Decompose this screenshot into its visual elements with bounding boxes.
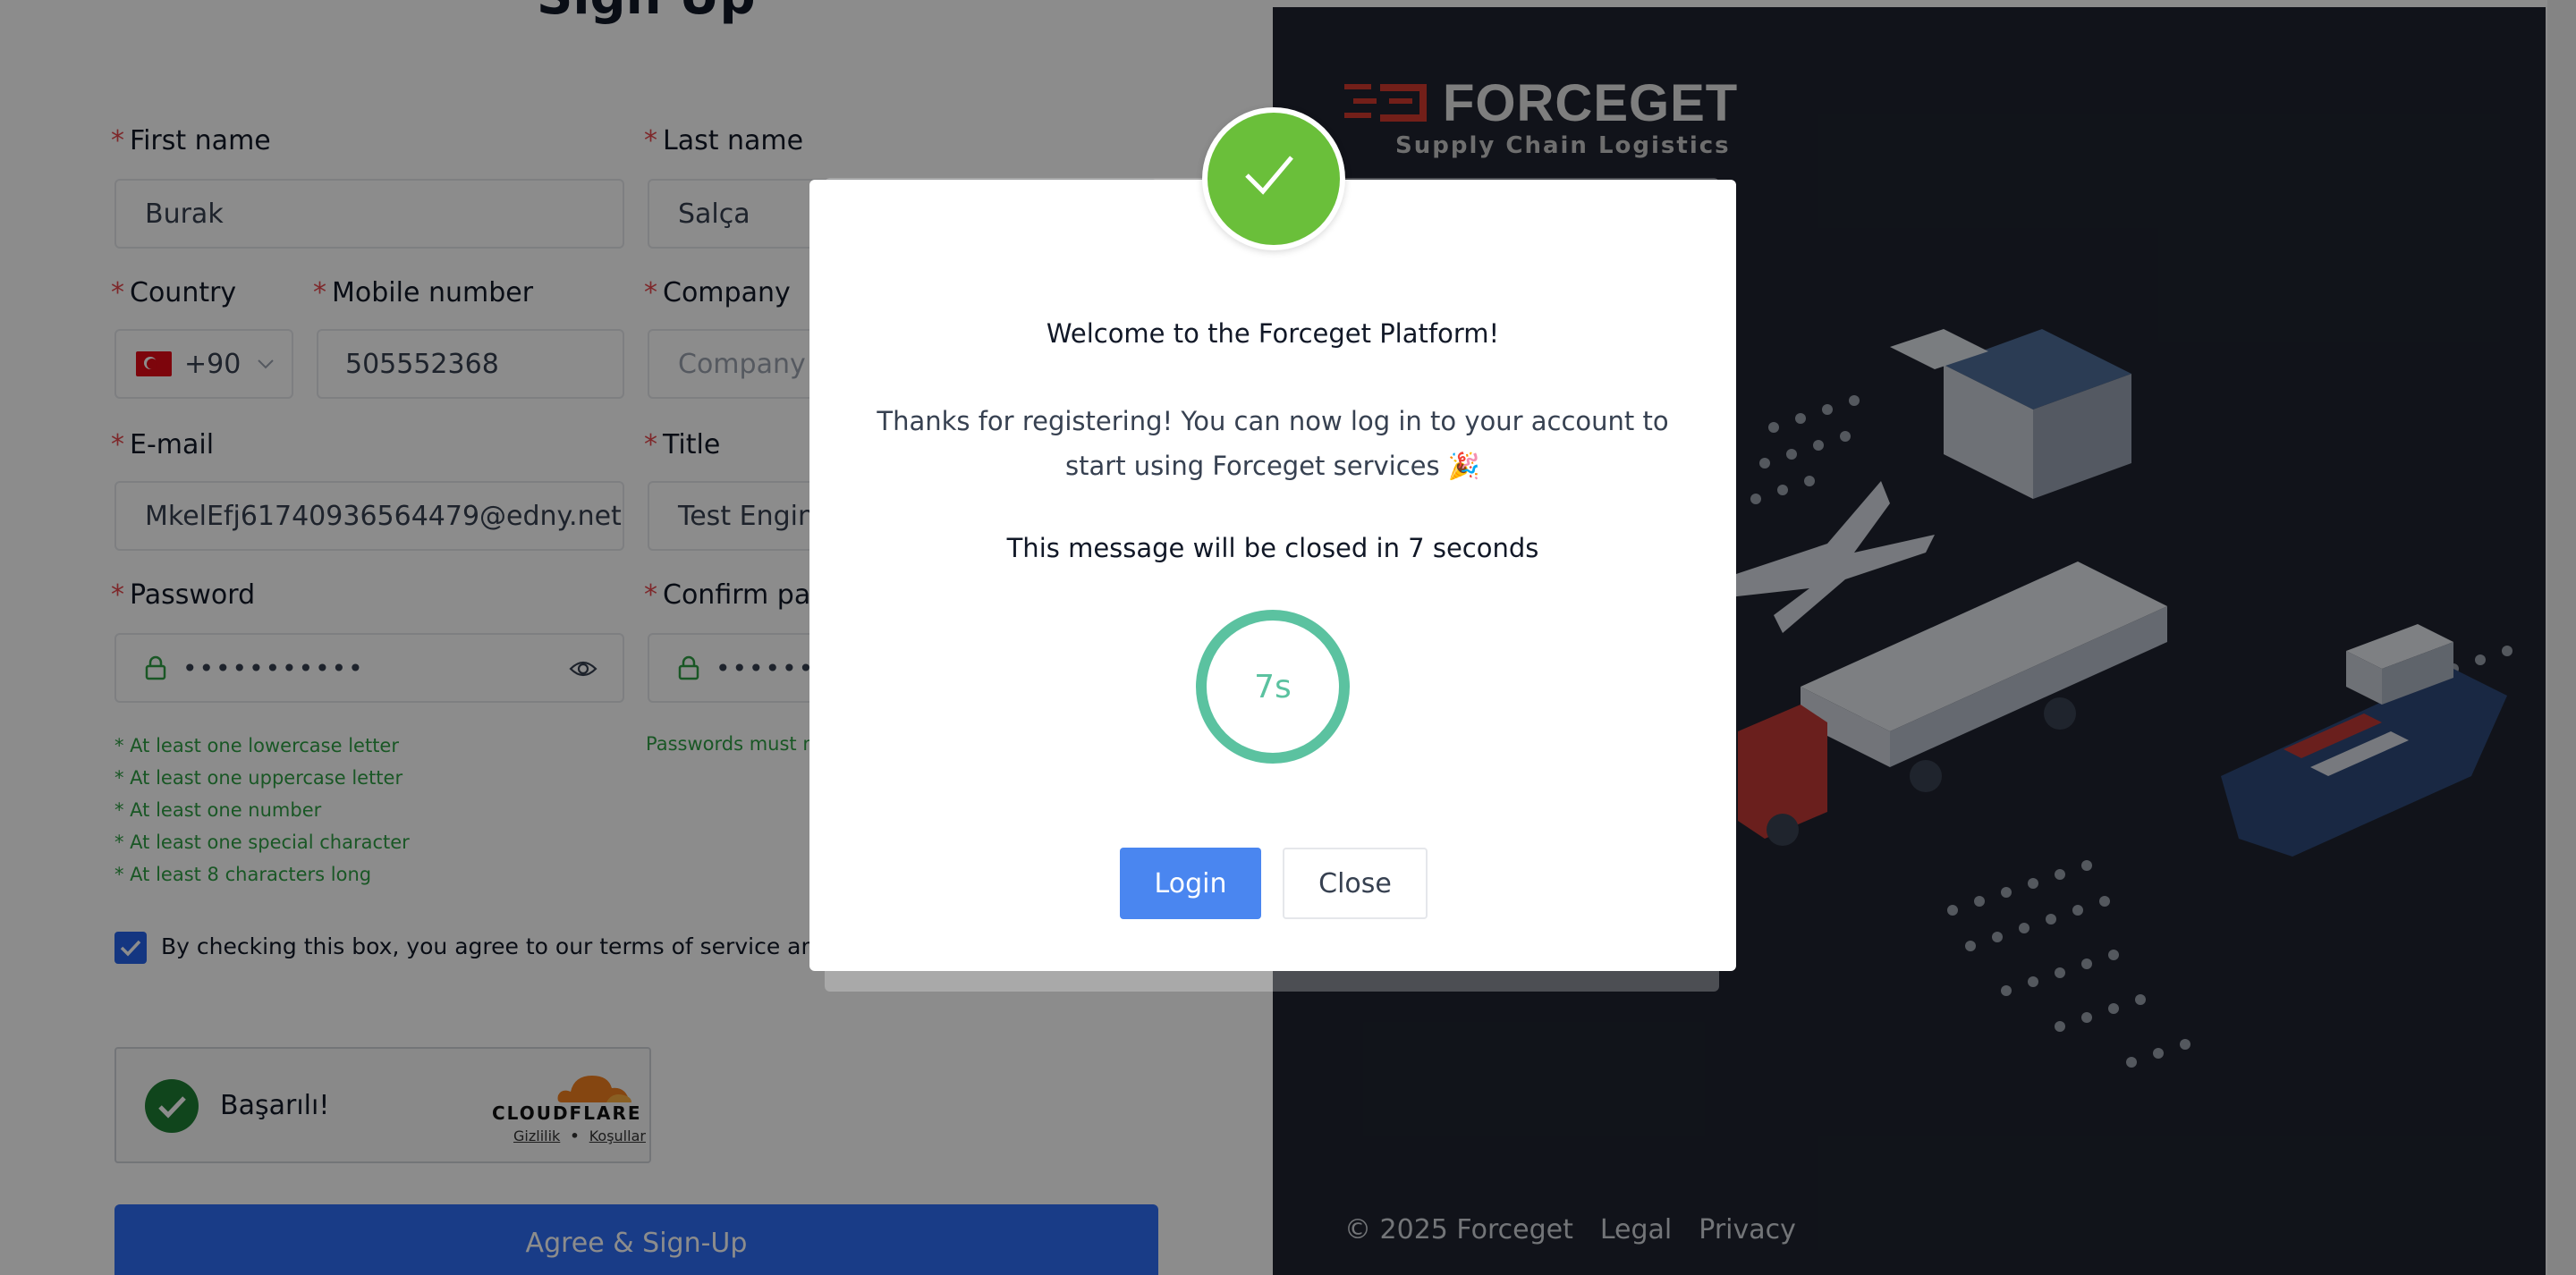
modal-countdown-message: This message will be closed in 7 seconds: [1006, 533, 1539, 563]
modal-title: Welcome to the Forceget Platform!: [1046, 318, 1500, 349]
success-check-icon: [1202, 107, 1345, 250]
welcome-modal: [809, 180, 1736, 971]
modal-body: Thanks for registering! You can now log …: [877, 406, 1669, 481]
close-button[interactable]: Close: [1283, 848, 1428, 919]
countdown-ring: 7s: [1196, 610, 1350, 764]
countdown-value: 7s: [1254, 668, 1292, 705]
login-button[interactable]: Login: [1120, 848, 1261, 919]
